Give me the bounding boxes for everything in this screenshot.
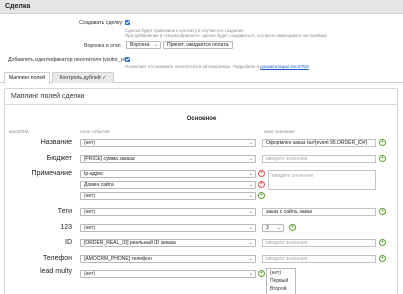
stage-select-value: Принят, ожидается оплата xyxy=(167,42,229,48)
field-123-value-select[interactable]: 3 ⌄ xyxy=(262,224,284,232)
panel-title: Маппинг полей сделки xyxy=(11,93,85,100)
create-deal-label: Создавать сделку: xyxy=(79,20,124,26)
field-note-select-1[interactable]: Ip-адрес ⌄ xyxy=(80,170,256,178)
field-tags-value-input[interactable]: заказ с сайта, заказ xyxy=(262,208,376,216)
chevron-down-icon: ⌄ xyxy=(248,256,253,262)
field-label-phone: Телефон xyxy=(42,255,72,262)
field-label-budget: Бюджет xyxy=(46,155,72,162)
field-tags-select-value: (нет) xyxy=(84,209,95,215)
chevron-down-icon: ⌄ xyxy=(248,240,253,246)
field-label-lead-multy: lead multy xyxy=(40,268,72,275)
section-title: Основное xyxy=(186,116,217,122)
column-header-amocrm: amoCRM xyxy=(9,129,29,134)
field-123-value: 3 xyxy=(266,225,269,231)
field-lead-multy-select-value: (нет) xyxy=(84,271,95,277)
pipeline-label: Воронка и этап xyxy=(84,43,121,49)
panel-divider xyxy=(4,104,398,105)
chevron-down-icon: ⌄ xyxy=(248,193,253,199)
field-label-id: ID xyxy=(65,239,72,246)
list-option[interactable]: (нет) xyxy=(267,269,295,277)
chevron-down-icon: ⌄ xyxy=(248,209,253,215)
plus-circle-icon[interactable]: + xyxy=(258,270,265,277)
field-123-select-value: (нет) xyxy=(84,225,95,231)
chevron-down-icon: ⌄ xyxy=(153,42,158,48)
chevron-down-icon: ⌄ xyxy=(248,271,253,277)
field-label-note: Примечание xyxy=(31,170,72,177)
field-budget-select[interactable]: [PRICE] сумма заказа ⌄ xyxy=(80,155,256,163)
visitor-uid-hint-text: Позволяет отслеживать посетителя в автов… xyxy=(125,64,259,69)
field-note-select-2-value: Домен сайта xyxy=(84,182,114,188)
field-phone-select-value: [AMOCRM_PHONE] телефон xyxy=(84,256,152,262)
chevron-down-icon: ⌄ xyxy=(248,182,253,188)
chevron-down-icon: ⌄ xyxy=(248,225,253,231)
tab-bar: Маппинг полей Контроль дублей ✓ xyxy=(0,72,403,84)
field-budget-value-input[interactable]: введите значение xyxy=(262,155,376,163)
field-note-value-textarea[interactable]: введите значение xyxy=(268,170,376,190)
field-note-select-3-value: (нет) xyxy=(84,193,95,199)
plus-circle-icon[interactable]: + xyxy=(379,155,386,162)
plus-circle-icon[interactable]: + xyxy=(379,239,386,246)
tab-field-mapping[interactable]: Маппинг полей xyxy=(4,72,50,84)
plus-circle-icon[interactable]: + xyxy=(379,139,386,146)
field-lead-multy-select[interactable]: (нет) ⌄ xyxy=(80,270,256,278)
field-label-title: Название xyxy=(40,139,72,146)
tab-duplicate-control[interactable]: Контроль дублей ✓ xyxy=(52,72,114,83)
field-id-value-input[interactable]: введите значение xyxy=(262,239,376,247)
field-note-select-1-value: Ip-адрес xyxy=(84,171,104,177)
visitor-uid-checkbox[interactable] xyxy=(125,57,130,62)
field-id-select-value: [ORDER_REAL_ID] реальный ID заказа xyxy=(84,240,176,246)
field-phone-value-input[interactable]: введите значение xyxy=(262,255,376,263)
x-circle-icon[interactable]: × xyxy=(258,170,265,177)
plus-circle-icon[interactable]: + xyxy=(379,255,386,262)
page-title: Сделка xyxy=(5,3,31,10)
field-title-select-value: (нет) xyxy=(84,140,95,146)
field-budget-select-value: [PRICE] сумма заказа xyxy=(84,156,135,162)
x-circle-icon[interactable]: × xyxy=(258,181,265,188)
field-123-select[interactable]: (нет) ⌄ xyxy=(80,224,256,232)
field-note-select-3[interactable]: (нет) ⌄ xyxy=(80,192,256,200)
field-title-select[interactable]: (нет) ⌄ xyxy=(80,139,256,147)
visitor-uid-label: Добавлять идентификатор посетителя (visi… xyxy=(8,57,130,63)
pipeline-select-value: Воронка xyxy=(130,42,150,48)
visitor-uid-hint: Позволяет отслеживать посетителя в автов… xyxy=(125,64,309,69)
chevron-down-icon: ⌄ xyxy=(276,225,281,231)
field-tags-select[interactable]: (нет) ⌄ xyxy=(80,208,256,216)
field-label-tags: Теги xyxy=(57,208,72,215)
plus-circle-icon[interactable]: + xyxy=(258,192,265,199)
field-phone-select[interactable]: [AMOCRM_PHONE] телефон ⌄ xyxy=(80,255,256,263)
chevron-down-icon: ⌄ xyxy=(248,156,253,162)
chevron-down-icon: ⌄ xyxy=(248,140,253,146)
field-label-123: 123 xyxy=(60,224,72,231)
chevron-down-icon: ⌄ xyxy=(248,171,253,177)
stage-select[interactable]: Принят, ожидается оплата ⌄ xyxy=(163,41,233,49)
create-deal-checkbox[interactable] xyxy=(125,20,130,25)
list-option[interactable]: Первый xyxy=(267,277,295,285)
field-id-select[interactable]: [ORDER_REAL_ID] реальный ID заказа ⌄ xyxy=(80,239,256,247)
pipeline-select[interactable]: Воронка ⌄ xyxy=(126,41,161,49)
column-header-own-value: свое значение xyxy=(264,129,295,134)
create-deal-hint-2: При добавлении в «Неразобранное» сделка … xyxy=(125,33,328,38)
plus-circle-icon[interactable]: + xyxy=(379,208,386,215)
field-lead-multy-listbox[interactable]: (нет) Первый Второй xyxy=(266,268,296,294)
chevron-down-icon: ⌄ xyxy=(225,42,230,48)
field-note-select-2[interactable]: Домен сайта ⌄ xyxy=(80,181,256,189)
header-bar: Сделка xyxy=(0,0,403,14)
column-header-event-field: поле события xyxy=(80,129,110,134)
field-title-value-input[interactable]: Оформлен заказ №#{event 95.ORDER_ID#} xyxy=(262,139,376,147)
list-option[interactable]: Второй xyxy=(267,285,295,293)
amocrm-docs-link[interactable]: документации amoCRM xyxy=(260,64,309,69)
plus-circle-icon[interactable]: + xyxy=(289,224,296,231)
